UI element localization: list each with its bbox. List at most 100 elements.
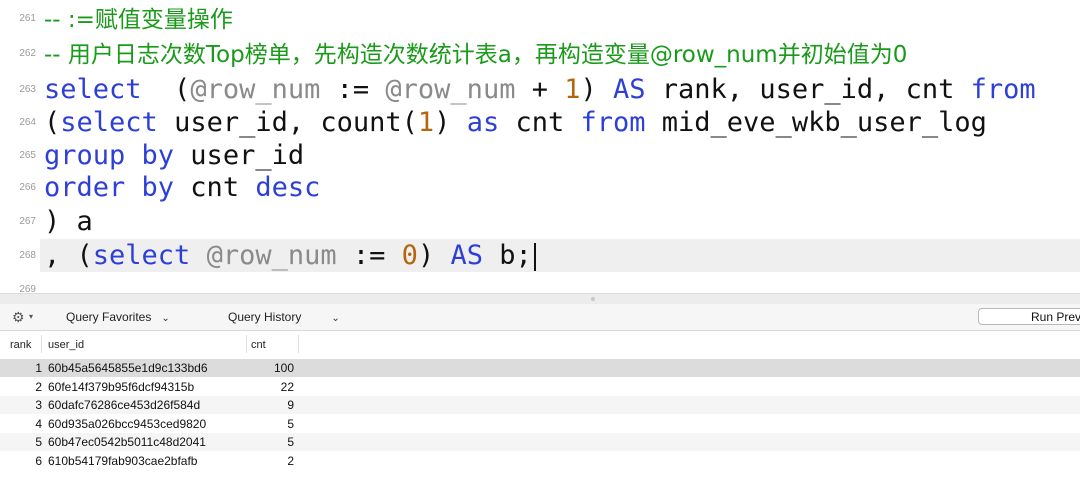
code-text: -- 用户日志次数Top榜单，先构造次数统计表a，再构造变量@row_num并初… <box>44 37 907 72</box>
results-header: rank user_id cnt <box>0 331 1080 358</box>
sql-token: cnt <box>499 107 581 138</box>
cell-rank: 2 <box>35 379 42 394</box>
results-table: rank user_id cnt 1 60b45a5645855e1d9c133b… <box>0 331 1080 486</box>
line-number: 266 <box>19 182 36 193</box>
table-row[interactable]: 2 60fe14f379b95f6dcf94315b 22 <box>0 378 1080 396</box>
line-number: 267 <box>19 216 36 227</box>
table-row[interactable]: 5 60b47ec0542b5011c48d2041 5 <box>0 433 1080 451</box>
sql-keyword: select <box>44 74 142 105</box>
cell-rank: 6 <box>35 453 42 468</box>
text-caret <box>533 242 536 271</box>
code-text: , (select @row_num := 0) AS b; <box>44 239 536 272</box>
cell-cnt: 22 <box>280 379 294 394</box>
sql-token: user_id <box>174 140 305 171</box>
cell-user-id: 60dafc76286ce453d26f584d <box>48 398 201 412</box>
table-row[interactable]: 6 610b54179fab903cae2bfafb 2 <box>0 452 1080 470</box>
sql-keyword: select <box>60 107 158 138</box>
code-line[interactable]: 262 -- 用户日志次数Top榜单，先构造次数统计表a，再构造变量@row_nu… <box>0 37 1080 70</box>
query-history-label: Query History <box>228 310 302 324</box>
column-divider[interactable] <box>298 335 299 353</box>
code-line[interactable]: 263 select (@row_num := @row_num + 1) AS … <box>0 73 1080 106</box>
table-row[interactable]: 4 60d935a026bcc9453ced9820 5 <box>0 415 1080 433</box>
sql-token: mid_eve_wkb_user_log <box>645 107 987 138</box>
line-number: 264 <box>19 117 36 128</box>
sql-keyword: AS <box>450 240 483 271</box>
sql-keyword: from <box>580 107 646 138</box>
sql-token: := <box>320 74 386 105</box>
cell-user-id: 60b45a5645855e1d9c133bd6 <box>48 361 208 375</box>
cell-user-id: 60b47ec0542b5011c48d2041 <box>48 435 206 449</box>
sql-keyword: order by <box>44 172 175 203</box>
line-number: 263 <box>19 84 36 95</box>
column-divider[interactable] <box>246 335 247 353</box>
column-header-rank[interactable]: rank <box>10 339 31 351</box>
column-header-cnt[interactable]: cnt <box>251 339 266 351</box>
table-row[interactable]: 3 60dafc76286ce453d26f584d 9 <box>0 396 1080 414</box>
sql-token: ( <box>141 74 191 105</box>
code-text: order by cnt desc <box>44 171 320 204</box>
cell-rank: 3 <box>35 398 42 412</box>
run-previous-button[interactable]: Run Prev <box>978 308 1080 325</box>
sql-token: ) <box>417 240 451 271</box>
sql-variable: @row_num <box>190 74 321 105</box>
sql-keyword: as <box>466 107 500 138</box>
code-text: group by user_id <box>44 139 304 172</box>
sql-token: , ( <box>44 240 93 271</box>
cell-user-id: 610b54179fab903cae2bfafb <box>48 453 198 468</box>
sql-comment: -- 用户日志次数Top榜单，先构造次数统计表a，再构造变量@row_num并初… <box>44 42 908 68</box>
line-number: 265 <box>19 150 36 161</box>
cell-cnt: 5 <box>287 416 294 431</box>
splitter-handle[interactable] <box>591 297 595 301</box>
code-text: -- :=赋值变量操作 <box>44 2 233 37</box>
sql-token: rank, user_id, cnt <box>645 74 971 105</box>
code-line[interactable]: 268 , (select @row_num := 0) AS b; <box>0 239 1080 272</box>
table-row[interactable]: 1 60b45a5645855e1d9c133bd6 100 <box>0 359 1080 377</box>
cell-cnt: 2 <box>287 453 294 468</box>
sql-keyword: from <box>970 74 1036 105</box>
sql-number: 1 <box>417 107 435 138</box>
sql-variable: @row_num <box>206 240 337 271</box>
sql-keyword: select <box>92 240 191 271</box>
sql-editor[interactable]: 261 -- :=赋值变量操作 262 -- 用户日志次数Top榜单，先构造次数统计表… <box>0 0 1080 295</box>
column-divider[interactable] <box>41 335 42 353</box>
sql-token: := <box>336 240 402 271</box>
sql-token: ) <box>434 107 467 138</box>
line-number: 261 <box>19 13 36 24</box>
column-header-user-id[interactable]: user_id <box>48 339 84 351</box>
query-favorites-menu[interactable]: Query Favorites ⌄ <box>66 310 170 324</box>
sql-number: 1 <box>564 74 581 105</box>
cell-cnt: 9 <box>287 398 294 412</box>
sql-comment: -- :=赋值变量操作 <box>44 7 233 33</box>
chevron-down-icon: ⌄ <box>161 313 170 324</box>
sql-token: b; <box>482 240 532 271</box>
cell-rank: 1 <box>35 361 42 375</box>
sql-token: ( <box>44 107 61 138</box>
cell-cnt: 5 <box>287 435 294 449</box>
sql-keyword: desc <box>255 172 321 203</box>
cell-rank: 4 <box>35 416 42 431</box>
sql-variable: @row_num <box>385 74 516 105</box>
code-line[interactable]: 267 ) a <box>0 205 1080 238</box>
sql-keyword: group by <box>44 140 175 171</box>
gear-icon[interactable]: ⚙ <box>12 309 25 326</box>
sql-token: cnt <box>174 172 256 203</box>
line-number: 268 <box>19 250 36 261</box>
sql-token: user_id, count( <box>157 107 418 138</box>
code-line[interactable]: 264 (select user_id, count(1) as cnt from… <box>0 106 1080 139</box>
chevron-down-icon: ⌄ <box>331 313 340 324</box>
code-text: ) a <box>44 205 93 238</box>
query-history-menu[interactable]: Query History ⌄ <box>228 310 340 324</box>
sql-token: ) a <box>44 206 93 237</box>
code-line[interactable]: 261 -- :=赋值变量操作 <box>0 2 1080 35</box>
cell-rank: 5 <box>35 435 42 449</box>
code-text: (select user_id, count(1) as cnt from mi… <box>44 106 987 139</box>
code-line[interactable]: 266 order by cnt desc <box>0 171 1080 204</box>
code-line[interactable]: 265 group by user_id <box>0 139 1080 172</box>
sql-number: 0 <box>401 240 418 271</box>
cell-cnt: 100 <box>273 361 294 375</box>
chevron-down-icon[interactable]: ▾ <box>29 312 33 321</box>
sql-keyword: AS <box>613 74 646 105</box>
query-favorites-label: Query Favorites <box>66 310 152 324</box>
code-text: select (@row_num := @row_num + 1) AS ran… <box>44 73 1036 106</box>
